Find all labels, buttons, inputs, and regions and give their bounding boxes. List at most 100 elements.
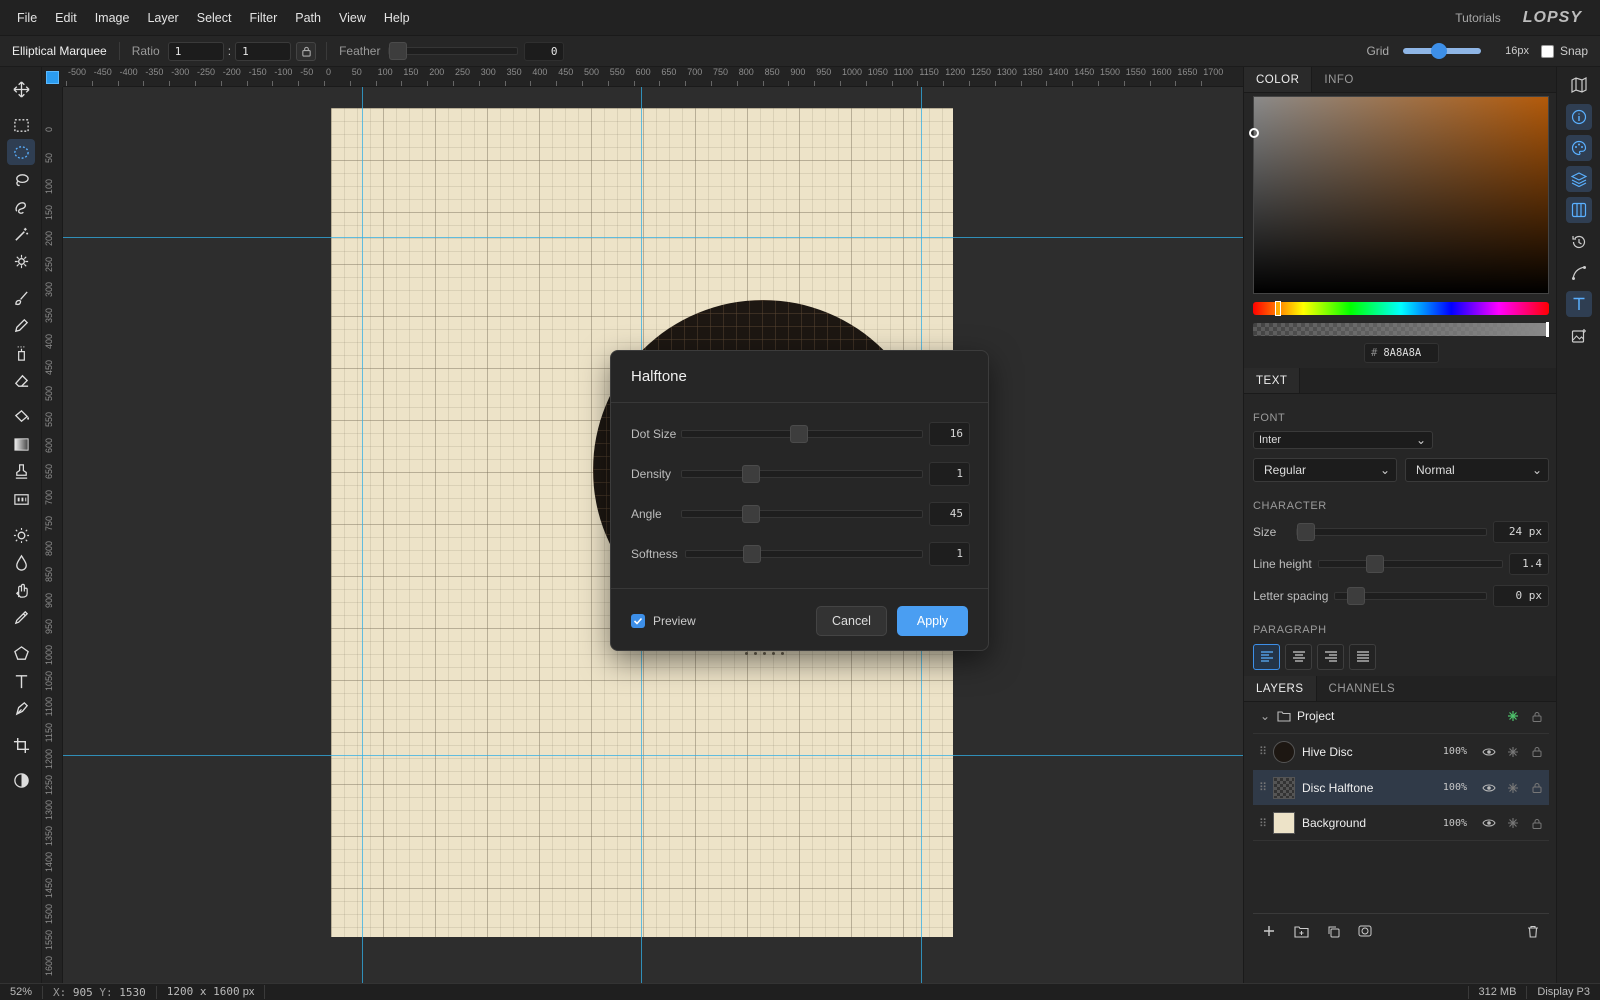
pattern-tool[interactable]	[7, 486, 35, 512]
info-panel-button[interactable]	[1566, 104, 1592, 130]
tab-layers[interactable]: LAYERS	[1244, 676, 1317, 701]
vertical-ruler[interactable]: 0 50 100 150 200 250 300 350 400 450 500 550 600 650 7…	[42, 87, 63, 983]
tab-text[interactable]: TEXT	[1244, 368, 1301, 393]
crop-tool[interactable]	[7, 732, 35, 758]
channels-panel-button[interactable]	[1566, 197, 1592, 223]
shape-tool[interactable]	[7, 640, 35, 666]
drag-handle-icon[interactable]: ⠿	[1253, 817, 1273, 830]
ellipse-marquee-tool[interactable]	[7, 139, 35, 165]
align-justify-button[interactable]	[1349, 644, 1376, 670]
layer-lock-button[interactable]	[1525, 746, 1549, 757]
duplicate-layer-button[interactable]	[1317, 925, 1349, 938]
move-tool[interactable]	[7, 76, 35, 102]
tab-channels[interactable]: CHANNELS	[1317, 676, 1408, 701]
visibility-toggle[interactable]	[1477, 818, 1501, 828]
rect-marquee-tool[interactable]	[7, 112, 35, 138]
angle-thumb[interactable]	[742, 505, 760, 523]
text-panel-button[interactable]	[1566, 291, 1592, 317]
layer-effects-button[interactable]	[1501, 817, 1525, 829]
grid-slider-knob[interactable]	[1431, 43, 1447, 59]
feather-value[interactable]: 0	[524, 41, 565, 61]
layer-lock-button[interactable]	[1525, 818, 1549, 829]
guide-horizontal[interactable]	[63, 755, 1243, 756]
menu-image[interactable]: Image	[86, 11, 139, 25]
tab-color[interactable]: COLOR	[1244, 67, 1313, 92]
group-lock-button[interactable]	[1525, 711, 1549, 722]
letter-spacing-thumb[interactable]	[1347, 587, 1366, 605]
angle-slider[interactable]	[681, 505, 923, 523]
add-layer-button[interactable]	[1253, 925, 1285, 937]
font-size-slider[interactable]	[1296, 523, 1487, 541]
font-weight-select[interactable]: Regular ⌄	[1253, 458, 1397, 482]
softness-thumb[interactable]	[742, 545, 761, 563]
menu-help[interactable]: Help	[375, 11, 419, 25]
lasso-tool[interactable]	[7, 167, 35, 193]
history-panel-button[interactable]	[1566, 229, 1592, 255]
blur-tool[interactable]	[7, 549, 35, 575]
horizontal-ruler[interactable]: -500 -450 -400 -350 -300 -250 -200 -150 -100 -50 0…	[63, 67, 1243, 87]
layer-row-background[interactable]: ⠿ Background 100%	[1253, 806, 1549, 841]
color-panel-button[interactable]	[1566, 135, 1592, 161]
menu-file[interactable]: File	[8, 11, 46, 25]
layer-row-disc-halftone[interactable]: ⠿ Disc Halftone 100%	[1253, 770, 1549, 805]
font-size-thumb[interactable]	[1297, 523, 1316, 541]
line-height-thumb[interactable]	[1366, 555, 1385, 573]
density-value[interactable]: 1	[929, 462, 970, 486]
font-family-select[interactable]: Inter ⌄	[1253, 431, 1433, 449]
navigator-button[interactable]	[1566, 72, 1592, 98]
mask-button[interactable]	[1349, 925, 1381, 937]
dodge-tool[interactable]	[7, 522, 35, 548]
cancel-button[interactable]: Cancel	[816, 605, 887, 636]
add-group-button[interactable]	[1285, 925, 1317, 938]
menu-view[interactable]: View	[330, 11, 375, 25]
layer-opacity[interactable]: 100%	[1443, 782, 1467, 793]
align-center-button[interactable]	[1285, 644, 1312, 670]
softness-value[interactable]: 1	[929, 542, 970, 566]
brush-tool[interactable]	[7, 285, 35, 311]
saturation-value-picker[interactable]	[1249, 96, 1549, 294]
line-height-value[interactable]: 1.4	[1509, 553, 1549, 575]
contrast-tool[interactable]	[7, 767, 35, 793]
line-height-slider[interactable]	[1317, 555, 1503, 573]
menu-path[interactable]: Path	[286, 11, 330, 25]
ratio-lock-button[interactable]	[296, 41, 317, 61]
text-tool[interactable]	[7, 668, 35, 694]
layer-opacity[interactable]: 100%	[1443, 746, 1467, 757]
layer-effects-button[interactable]	[1501, 746, 1525, 758]
tutorials-link[interactable]: Tutorials	[1455, 11, 1501, 25]
color-picker-cursor[interactable]	[1249, 128, 1259, 138]
magic-wand-tool[interactable]	[7, 221, 35, 247]
eraser-tool[interactable]	[7, 367, 35, 393]
eyedropper-tool[interactable]	[7, 604, 35, 630]
density-thumb[interactable]	[742, 465, 760, 483]
font-size-value[interactable]: 24 px	[1493, 521, 1549, 543]
feather-slider-thumb[interactable]	[389, 42, 408, 60]
density-slider[interactable]	[681, 465, 923, 483]
smudge-tool[interactable]	[7, 577, 35, 603]
angle-value[interactable]: 45	[929, 502, 970, 526]
zoom-level[interactable]: 52%	[0, 985, 44, 999]
hue-slider-handle[interactable]	[1275, 301, 1281, 316]
layer-group-row[interactable]: ⌄ Project	[1253, 699, 1549, 734]
pencil-tool[interactable]	[7, 312, 35, 338]
layers-panel-button[interactable]	[1566, 166, 1592, 192]
feather-slider[interactable]	[388, 42, 519, 60]
drag-handle-icon[interactable]: ⠿	[1253, 745, 1273, 758]
menu-select[interactable]: Select	[188, 11, 241, 25]
menu-filter[interactable]: Filter	[240, 11, 286, 25]
drag-handle-icon[interactable]: ⠿	[1253, 781, 1273, 794]
visibility-toggle[interactable]	[1477, 747, 1501, 757]
chevron-down-icon[interactable]: ⌄	[1253, 709, 1277, 723]
align-right-button[interactable]	[1317, 644, 1344, 670]
hue-slider[interactable]	[1253, 301, 1549, 316]
alpha-slider-handle[interactable]	[1546, 322, 1549, 337]
letter-spacing-value[interactable]: 0 px	[1493, 585, 1549, 607]
spot-heal-tool[interactable]	[7, 248, 35, 274]
hex-color-input[interactable]: #8A8A8A	[1364, 343, 1439, 363]
alpha-slider[interactable]	[1253, 322, 1549, 337]
pen-tool[interactable]	[7, 695, 35, 721]
group-effects-button[interactable]	[1501, 710, 1525, 722]
tab-info[interactable]: INFO	[1312, 67, 1365, 92]
image-panel-button[interactable]	[1566, 323, 1592, 349]
paths-panel-button[interactable]	[1566, 260, 1592, 286]
